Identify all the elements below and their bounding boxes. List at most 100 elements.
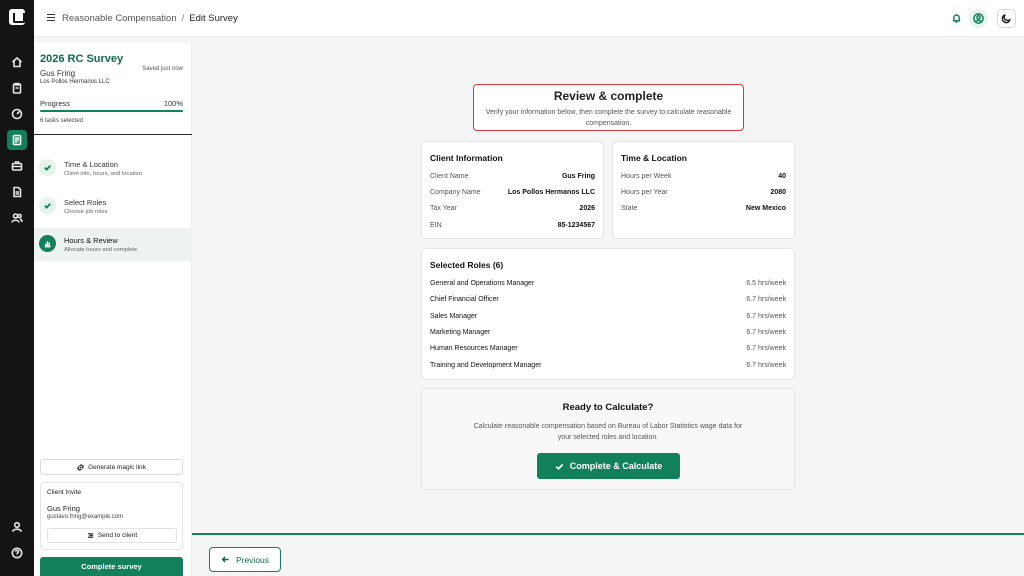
step-subtitle: Allocate hours and complete [64,247,138,253]
role-name: Training and Development Manager [430,362,542,369]
info-row: Tax Year 2026 [430,205,595,217]
survey-title: 2026 RC Survey [40,53,124,65]
step-subtitle: Choose job roles [64,209,108,215]
card-title: Client Information [430,153,503,163]
selected-roles-card: Selected Roles (6) General and Operation… [421,248,795,380]
time-location-card: Time & Location Hours per Week 40 Hours p… [612,141,795,239]
invite-email: gustavo.fring@example.com [47,514,124,520]
step-time-location[interactable]: Time & Location Client info, hours, and … [34,152,192,185]
card-title: Selected Roles (6) [430,260,504,270]
complete-calculate-button[interactable]: Complete & Calculate [537,453,680,479]
previous-button[interactable]: Previous [209,547,281,572]
progress-bar [40,110,183,112]
info-label: Company Name [430,189,481,196]
top-bar: Reasonable Compensation / Edit Survey [34,0,1024,37]
survey-icon[interactable] [7,130,27,150]
bell-icon[interactable] [947,9,966,28]
complete-calculate-label: Complete & Calculate [569,461,663,471]
menu-icon[interactable] [47,14,55,21]
logo-icon[interactable] [9,9,25,25]
progress-label: Progress [40,99,71,108]
step-title: Hours & Review [64,236,118,245]
ready-subtitle: Calculate reasonable compensation based … [473,423,743,441]
role-hours: 6.7 hrs/week [746,313,786,320]
progress-bar-fill [40,110,183,112]
role-hours: 6.7 hrs/week [746,362,786,369]
role-row: Human Resources Manager 6.7 hrs/week [430,345,786,352]
link-icon [77,463,84,471]
role-hours: 6.7 hrs/week [746,296,786,303]
info-value: Los Pollos Hermanos LLC [507,189,595,196]
ready-to-calculate-card: Ready to Calculate? Calculate reasonable… [421,388,795,490]
role-row: Training and Development Manager 6.7 hrs/… [430,362,786,369]
role-name: Sales Manager [430,313,478,320]
step-title: Select Roles [64,198,107,207]
info-label: Hours per Week [621,173,672,180]
role-hours: 6.7 hrs/week [746,345,786,352]
step-select-roles[interactable]: Select Roles Choose job roles [34,190,192,223]
tasks-selected: 6 tasks selected [40,118,84,124]
users-icon[interactable] [7,208,27,228]
info-label: State [621,205,638,212]
info-label: Hours per Year [621,189,668,196]
step-hours-review[interactable]: Hours & Review Allocate hours and comple… [34,228,192,261]
previous-label: Previous [235,554,270,565]
breadcrumb: Reasonable Compensation / Edit Survey [62,13,238,24]
client-information-card: Client Information Client Name Gus Fring … [421,141,604,239]
briefcase-icon[interactable] [7,156,27,176]
review-header: Review & complete Verify your informatio… [473,84,744,131]
saved-status: Saved just now [142,66,183,72]
gauge-icon[interactable] [7,104,27,124]
role-row: Sales Manager 6.7 hrs/week [430,313,786,320]
progress-percent: 100% [163,99,183,108]
info-label: EIN [430,222,442,229]
generate-magic-link-button[interactable]: Generate magic link [40,459,183,475]
check-icon [39,197,56,214]
magic-link-label: Generate magic link [88,463,146,471]
client-name: Gus Fring [40,69,76,78]
moon-icon[interactable] [997,9,1016,28]
review-subtitle: Verify your information below, then comp… [485,109,732,127]
review-title: Review & complete [553,89,664,103]
info-row: Company Name Los Pollos Hermanos LLC [430,189,595,201]
breadcrumb-current: Edit Survey [189,13,238,24]
role-name: Human Resources Manager [430,345,518,352]
user-circle-icon[interactable] [969,9,988,28]
invite-name: Gus Fring [47,504,80,513]
info-value: New Mexico [745,205,786,212]
send-to-client-button[interactable]: Send to client [47,528,177,543]
nav-rail [0,0,34,576]
breadcrumb-separator: / [181,13,185,24]
breadcrumb-parent[interactable]: Reasonable Compensation [62,13,177,24]
sidebar-divider [34,134,192,135]
profile-icon[interactable] [7,517,27,537]
company-name: Los Pollos Hermanos LLC [40,79,110,85]
ready-title: Ready to Calculate? [562,402,654,413]
role-row: Marketing Manager 6.7 hrs/week [430,329,786,336]
document-icon[interactable] [7,182,27,202]
info-value: 85-1234567 [557,222,595,229]
role-name: Chief Financial Officer [430,296,499,303]
info-value: 2026 [579,205,595,212]
step-title: Time & Location [64,160,118,169]
send-label: Send to client [97,532,138,539]
check-icon [555,463,564,470]
info-label: Tax Year [430,205,457,212]
home-icon[interactable] [7,52,27,72]
role-hours: 6.7 hrs/week [746,329,786,336]
info-row: EIN 85-1234567 [430,222,595,234]
chart-icon [39,235,56,252]
info-row: Hours per Week 40 [621,173,786,185]
info-row: State New Mexico [621,205,786,217]
client-invite-card: Client Invite Gus Fring gustavo.fring@ex… [40,482,183,550]
help-icon[interactable] [7,543,27,563]
info-value: Gus Fring [561,173,595,180]
clipboard-icon[interactable] [7,78,27,98]
role-name: General and Operations Manager [430,280,535,287]
check-icon [39,159,56,176]
complete-survey-button[interactable]: Complete survey [40,557,183,576]
footer-divider [192,533,1024,535]
role-name: Marketing Manager [430,329,491,336]
send-icon [87,533,93,538]
card-title: Time & Location [621,153,687,163]
